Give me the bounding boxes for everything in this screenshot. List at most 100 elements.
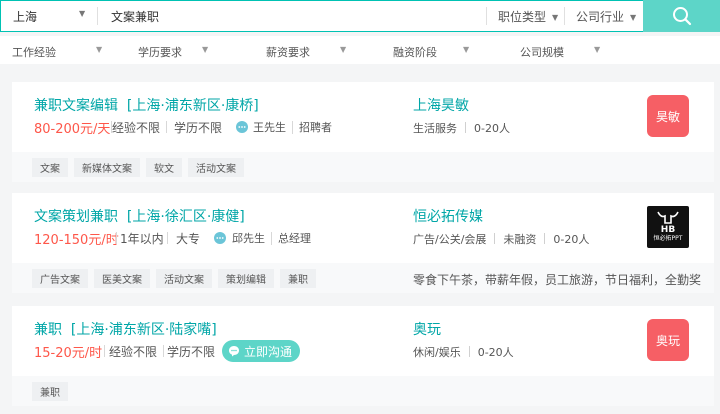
experience: 1年以内 — [120, 232, 164, 246]
job-card[interactable]: 兼职文案编辑 [上海·浦东新区·康桥] 80-200元/天 经验不限 学历不限 … — [12, 82, 714, 182]
company-logo[interactable]: 奥玩 — [647, 319, 689, 361]
filter-label: 融资阶段 — [393, 46, 437, 59]
job-name: 兼职文案编辑 — [34, 98, 118, 114]
chevron-down-icon: ▼ — [340, 45, 347, 54]
company-industry: 生活服务 — [413, 122, 457, 135]
experience: 经验不限 — [112, 121, 161, 135]
search-button[interactable] — [643, 0, 720, 32]
chat-icon[interactable] — [236, 121, 248, 133]
divider — [494, 233, 496, 244]
tag: 新媒体文案 — [74, 157, 140, 177]
filter-experience[interactable]: 工作经验 ▼ — [12, 44, 102, 60]
job-location: [上海·浦东新区·康桥] — [126, 98, 259, 114]
tag: 医美文案 — [94, 268, 150, 288]
position-type-label: 职位类型 — [498, 10, 547, 24]
search-icon — [672, 7, 691, 26]
search-input[interactable]: 文案兼职 — [111, 8, 159, 25]
recruiter-name: 邱先生 — [232, 232, 265, 245]
filter-label: 学历要求 — [138, 46, 182, 59]
job-title[interactable]: 兼职 [上海·浦东新区·陆家嘴] — [34, 319, 217, 339]
chat-bubble-icon — [229, 346, 239, 357]
company-logo[interactable]: HB 恒必拓PPT — [647, 206, 689, 248]
divider — [486, 7, 487, 25]
divider — [104, 345, 105, 357]
company-funding: 未融资 — [503, 233, 537, 246]
chevron-down-icon[interactable]: ▼ — [79, 9, 85, 18]
job-card[interactable]: 兼职 [上海·浦东新区·陆家嘴] 15-20元/时 经验不限 学历不限 立即沟通… — [12, 306, 714, 406]
tag: 兼职 — [280, 268, 316, 288]
divider — [166, 121, 167, 133]
tag-list: 广告文案 医美文案 活动文案 策划编辑 兼职 — [32, 263, 322, 293]
recruiter-name: 王先生 — [253, 121, 286, 134]
filter-funding[interactable]: 融资阶段 ▼ — [393, 44, 469, 60]
tag: 软文 — [146, 157, 182, 177]
job-location: [上海·浦东新区·陆家嘴] — [70, 322, 217, 338]
divider — [468, 346, 470, 357]
salary: 80-200元/天 — [34, 122, 111, 137]
divider — [116, 232, 117, 244]
job-primary: 文案策划兼职 [上海·徐汇区·康健] 120-150元/时 1年以内 大专 邱先… — [12, 193, 714, 263]
recruiter-info: 王先生 招聘者 — [253, 119, 332, 135]
industry-label: 公司行业 — [576, 10, 625, 24]
job-card[interactable]: 文案策划兼职 [上海·徐汇区·康健] 120-150元/时 1年以内 大专 邱先… — [12, 193, 714, 293]
filter-row: 工作经验 ▼ 学历要求 ▼ 薪资要求 ▼ 融资阶段 ▼ 公司规模 ▼ — [0, 36, 720, 64]
tag: 广告文案 — [32, 268, 88, 288]
divider — [564, 7, 565, 25]
divider — [465, 122, 466, 133]
tag: 活动文案 — [156, 268, 212, 288]
job-title[interactable]: 兼职文案编辑 [上海·浦东新区·康桥] — [34, 95, 259, 115]
industry-select[interactable]: 公司行业 ▼ — [576, 8, 636, 25]
company-size: 0-20人 — [474, 122, 510, 135]
experience: 经验不限 — [109, 345, 158, 359]
company-logo[interactable]: 昊敏 — [647, 95, 689, 137]
tag: 策划编辑 — [218, 268, 274, 288]
job-primary: 兼职文案编辑 [上海·浦东新区·康桥] 80-200元/天 经验不限 学历不限 … — [12, 82, 714, 152]
chevron-down-icon: ▼ — [552, 13, 559, 22]
company-industry: 休闲/娱乐 — [413, 346, 461, 359]
divider — [167, 232, 168, 244]
company-size: 0-20人 — [553, 233, 590, 246]
salary: 120-150元/时 — [34, 233, 119, 248]
salary: 15-20元/时 — [34, 346, 103, 361]
divider — [97, 7, 98, 25]
company-name[interactable]: 奥玩 — [413, 319, 441, 339]
job-footer: 兼职 — [12, 376, 714, 406]
job-footer: 广告文案 医美文案 活动文案 策划编辑 兼职 零食下午茶，带薪年假，员工旅游，节… — [12, 263, 714, 293]
chat-icon[interactable] — [214, 232, 226, 244]
position-type-select[interactable]: 职位类型 ▼ — [498, 8, 558, 25]
filter-salary[interactable]: 薪资要求 ▼ — [266, 44, 346, 60]
search-bar: 上海 ▼ 文案兼职 职位类型 ▼ 公司行业 ▼ — [0, 0, 720, 32]
filter-education[interactable]: 学历要求 ▼ — [138, 44, 208, 60]
company-meta: 生活服务 0-20人 — [413, 120, 510, 136]
chevron-down-icon: ▼ — [202, 45, 209, 54]
tag: 文案 — [32, 157, 68, 177]
company-name[interactable]: 恒必拓传媒 — [413, 206, 483, 226]
chat-now-button[interactable]: 立即沟通 — [222, 340, 301, 362]
job-footer: 文案 新媒体文案 软文 活动文案 — [12, 152, 714, 182]
job-name: 兼职 — [34, 322, 62, 338]
divider — [544, 233, 546, 244]
company-meta: 广告/公关/会展 未融资 0-20人 — [413, 231, 589, 247]
filter-label: 薪资要求 — [266, 46, 310, 59]
recruiter-info: 邱先生 总经理 — [232, 230, 311, 246]
chevron-down-icon: ▼ — [630, 13, 637, 22]
company-meta: 休闲/娱乐 0-20人 — [413, 344, 514, 360]
recruiter-role: 总经理 — [271, 232, 311, 245]
search-frame: 上海 ▼ 文案兼职 职位类型 ▼ 公司行业 ▼ — [0, 0, 643, 32]
divider — [163, 345, 164, 357]
bull-logo-icon — [657, 211, 679, 224]
city-select[interactable]: 上海 — [13, 8, 37, 25]
company-name[interactable]: 上海昊敏 — [413, 95, 469, 115]
company-industry: 广告/公关/会展 — [413, 233, 487, 246]
recruiter-role: 招聘者 — [292, 121, 332, 134]
filter-company-size[interactable]: 公司规模 ▼ — [520, 44, 600, 60]
education: 学历不限 — [174, 121, 223, 135]
benefits: 零食下午茶，带薪年假，员工旅游，节日福利，全勤奖 — [413, 273, 702, 287]
company-size: 0-20人 — [477, 346, 514, 359]
education: 大专 — [176, 232, 201, 246]
tag: 活动文案 — [188, 157, 244, 177]
job-title[interactable]: 文案策划兼职 [上海·徐汇区·康健] — [34, 206, 245, 226]
logo-mark: HB — [660, 225, 676, 235]
logo-subtext: 恒必拓PPT — [653, 235, 683, 242]
filter-label: 公司规模 — [520, 46, 564, 59]
